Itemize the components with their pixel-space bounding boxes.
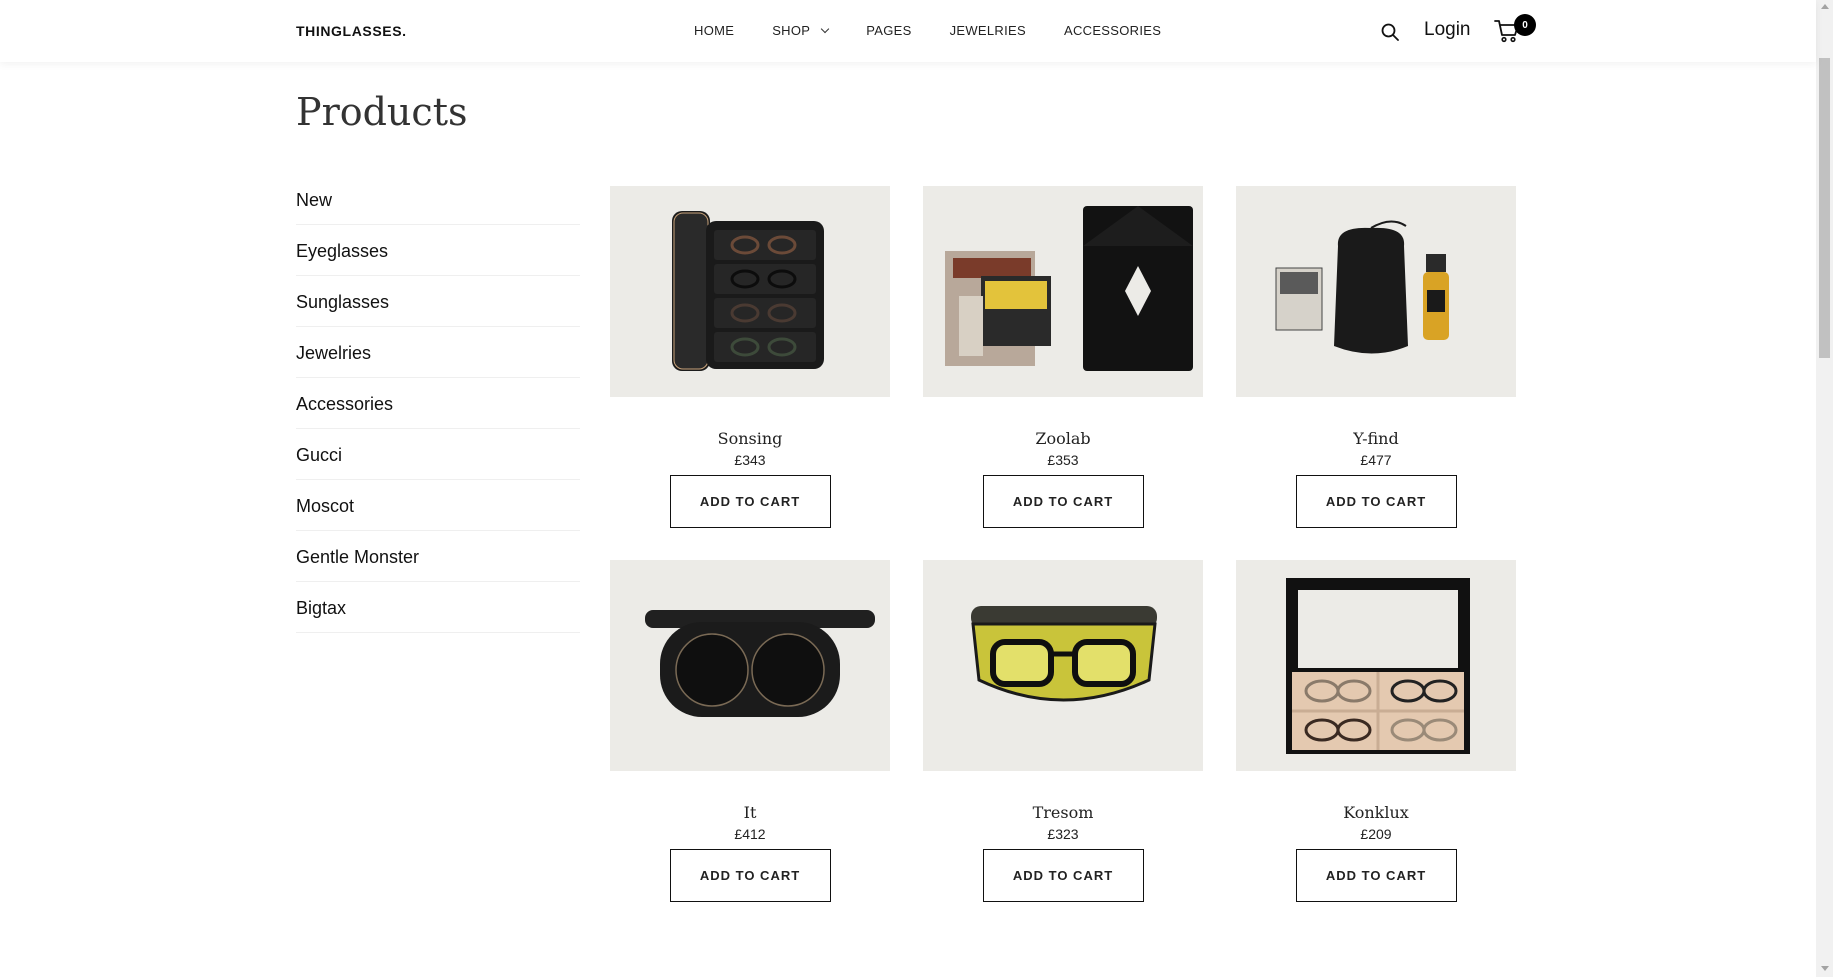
- moscot-pouch-and-lens-spray-image: [1275, 220, 1449, 354]
- product-image[interactable]: [1236, 560, 1516, 771]
- sidebar-item-bigtax[interactable]: Bigtax: [296, 582, 580, 633]
- sidebar-item-moscot[interactable]: Moscot: [296, 480, 580, 531]
- product-name[interactable]: Tresom: [923, 803, 1203, 822]
- nav-pages[interactable]: PAGES: [866, 23, 911, 38]
- site-header: THINGLASSES. HOME SHOP PAGES JEWELRIES A…: [0, 0, 1816, 62]
- nav-home[interactable]: HOME: [694, 23, 734, 38]
- sidebar-item-sunglasses[interactable]: Sunglasses: [296, 276, 580, 327]
- sidebar-item-new[interactable]: New: [296, 174, 580, 225]
- add-to-cart-button[interactable]: ADD TO CART: [1295, 475, 1457, 528]
- product-image[interactable]: [610, 186, 890, 397]
- page-title: Products: [296, 90, 468, 134]
- nav-shop[interactable]: SHOP: [772, 23, 830, 38]
- product-price: £353: [1047, 452, 1079, 468]
- eyeglasses-in-yellow-case-image: [971, 606, 1157, 702]
- product-name[interactable]: Zoolab: [923, 429, 1203, 448]
- sidebar-item-gentle-monster[interactable]: Gentle Monster: [296, 531, 580, 582]
- product-price: £343: [734, 452, 766, 468]
- product-card: It £412 ADD TO CART: [610, 560, 890, 902]
- category-sidebar: New Eyeglasses Sunglasses Jewelries Acce…: [296, 174, 580, 633]
- sidebar-item-gucci[interactable]: Gucci: [296, 429, 580, 480]
- product-name[interactable]: Y-find: [1236, 429, 1516, 448]
- main-nav: HOME SHOP PAGES JEWELRIES ACCESSORIES: [694, 23, 1199, 38]
- product-name[interactable]: Sonsing: [610, 429, 890, 448]
- product-image[interactable]: [610, 560, 890, 771]
- nav-shop-label: SHOP: [772, 23, 811, 38]
- add-to-cart-button[interactable]: ADD TO CART: [982, 849, 1144, 902]
- login-link[interactable]: Login: [1424, 19, 1471, 41]
- nav-accessories[interactable]: ACCESSORIES: [1064, 23, 1161, 38]
- product-name[interactable]: Konklux: [1236, 803, 1516, 822]
- eyewear-display-box-image: [1286, 578, 1470, 754]
- product-price: £477: [1360, 452, 1392, 468]
- clip-on-sunglasses-case-image: [645, 610, 875, 717]
- product-price: £323: [1047, 826, 1079, 842]
- scroll-up-arrow-icon[interactable]: [1821, 4, 1829, 9]
- product-price: £209: [1360, 826, 1392, 842]
- site-logo[interactable]: THINGLASSES.: [296, 23, 407, 39]
- product-price: £412: [734, 826, 766, 842]
- product-card: Sonsing £343 ADD TO CART: [610, 186, 890, 528]
- product-image[interactable]: [923, 560, 1203, 771]
- product-card: Konklux £209 ADD TO CART: [1236, 560, 1516, 902]
- product-card: Zoolab £353 ADD TO CART: [923, 186, 1203, 528]
- add-to-cart-button[interactable]: ADD TO CART: [669, 475, 831, 528]
- eyewear-organizer-case-image: [672, 211, 824, 371]
- scrollbar-thumb[interactable]: [1819, 58, 1830, 358]
- product-card: Tresom £323 ADD TO CART: [923, 560, 1203, 902]
- product-card: Y-find £477 ADD TO CART: [1236, 186, 1516, 528]
- nav-accessories-label: ACCESSORIES: [1063, 23, 1162, 38]
- scroll-down-arrow-icon[interactable]: [1821, 966, 1829, 971]
- nav-home-label: HOME: [694, 23, 735, 38]
- product-image[interactable]: [1236, 186, 1516, 397]
- sidebar-item-eyeglasses[interactable]: Eyeglasses: [296, 225, 580, 276]
- sidebar-item-accessories[interactable]: Accessories: [296, 378, 580, 429]
- chevron-down-icon: [821, 24, 830, 33]
- sidebar-item-jewelries[interactable]: Jewelries: [296, 327, 580, 378]
- nav-jewelries[interactable]: JEWELRIES: [950, 23, 1026, 38]
- search-icon[interactable]: [1380, 22, 1400, 42]
- page-scrollbar[interactable]: [1816, 0, 1833, 977]
- nav-pages-label: PAGES: [866, 23, 912, 38]
- product-image[interactable]: [923, 186, 1203, 397]
- add-to-cart-button[interactable]: ADD TO CART: [669, 849, 831, 902]
- cart-count-badge: 0: [1514, 14, 1536, 36]
- product-name[interactable]: It: [610, 803, 890, 822]
- moscot-cleaning-cloth-and-envelope-image: [945, 206, 1193, 371]
- add-to-cart-button[interactable]: ADD TO CART: [1295, 849, 1457, 902]
- add-to-cart-button[interactable]: ADD TO CART: [982, 475, 1144, 528]
- nav-jewelries-label: JEWELRIES: [949, 23, 1026, 38]
